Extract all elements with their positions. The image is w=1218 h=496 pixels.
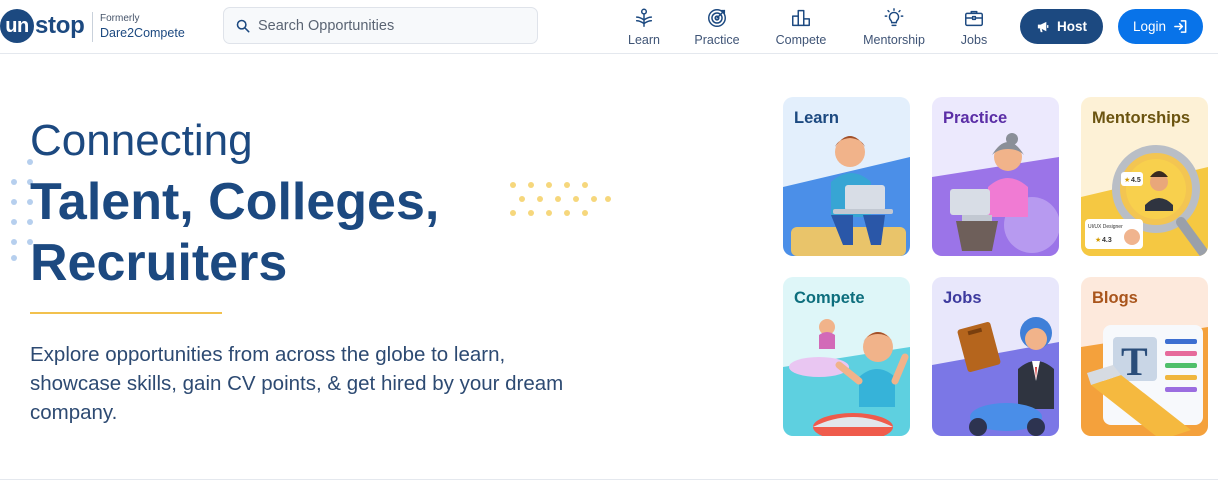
mentor-role: UI/UX Designer [1088, 224, 1123, 230]
hero-description: Explore opportunities from across the gl… [30, 343, 564, 424]
nav-mentorship[interactable]: Mentorship [858, 7, 930, 49]
target-icon [708, 9, 726, 27]
nav-jobs[interactable]: Jobs [956, 7, 992, 49]
svg-text:★: ★ [1124, 176, 1130, 184]
nav-learn-label: Learn [628, 33, 660, 47]
top-header: un stop Formerly Dare2Compete Learn Prac… [0, 0, 1218, 54]
podium-icon [792, 9, 810, 27]
card-jobs[interactable]: Jobs [932, 277, 1059, 436]
logo-text: stop [35, 12, 85, 39]
card-learn[interactable]: Learn [783, 97, 910, 256]
mentor-rating-bottom: 4.3 [1102, 237, 1112, 244]
card-practice-title: Practice [943, 109, 1008, 127]
nav-mentorship-label: Mentorship [863, 33, 925, 47]
login-button-label: Login [1132, 19, 1167, 34]
card-compete[interactable]: Compete [783, 277, 910, 436]
hero-heading-line1: Connecting [30, 116, 253, 165]
hero-heading-line3: Recruiters [30, 234, 288, 292]
former-brand-name: Dare2Compete [100, 26, 185, 40]
card-blogs-title: Blogs [1092, 289, 1138, 307]
host-button-label: Host [1057, 19, 1087, 34]
card-jobs-title: Jobs [943, 289, 982, 307]
unstop-logo[interactable]: un stop [0, 9, 85, 43]
nav-practice-label: Practice [694, 33, 740, 47]
svg-text:★: ★ [1095, 236, 1101, 244]
nav-practice[interactable]: Practice [690, 7, 744, 49]
card-learn-title: Learn [794, 109, 839, 127]
card-practice[interactable]: Practice [932, 97, 1059, 256]
logo-divider [92, 12, 93, 42]
nav-jobs-label: Jobs [960, 33, 988, 47]
megaphone-icon [1037, 21, 1049, 33]
mentor-rating-top: 4.5 [1131, 177, 1141, 184]
briefcase-icon [965, 10, 983, 27]
nav-learn[interactable]: Learn [623, 7, 665, 49]
search-bar[interactable] [223, 7, 538, 44]
section-divider [0, 479, 1218, 480]
card-mentorships[interactable]: ★ 4.5 UI/UX Designer ★ 4.3 Mentorships [1081, 97, 1208, 256]
search-input[interactable] [258, 17, 528, 34]
hero-underline [30, 312, 222, 314]
svg-text:T: T [1121, 339, 1148, 384]
decorative-dots-yellow [510, 182, 611, 216]
nav-compete[interactable]: Compete [772, 7, 830, 49]
card-compete-title: Compete [794, 289, 865, 307]
host-button[interactable]: Host [1020, 9, 1103, 44]
nav-compete-label: Compete [775, 33, 827, 47]
card-mentorships-title: Mentorships [1092, 109, 1191, 127]
lightbulb-icon [884, 8, 904, 27]
search-icon [236, 19, 250, 32]
hero-heading-line2: Talent, Colleges, [30, 173, 440, 231]
logo-circle: un [0, 9, 34, 43]
card-blogs[interactable]: T Blogs [1081, 277, 1208, 436]
learn-icon [635, 8, 653, 27]
formerly-label: Formerly [100, 13, 140, 24]
login-button[interactable]: Login [1118, 9, 1203, 44]
login-icon [1174, 20, 1187, 33]
